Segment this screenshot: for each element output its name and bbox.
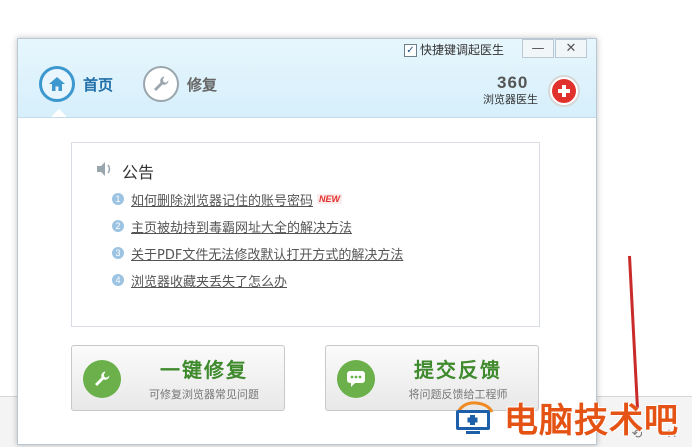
feedback-title: 提交反馈 [414, 358, 502, 382]
repair-title: 一键修复 [160, 358, 248, 382]
close-button[interactable]: ✕ [555, 39, 587, 58]
item-number: 2 [112, 220, 124, 232]
notice-item[interactable]: 2 主页被劫持到毒霸网址大全的解决方法 [112, 217, 352, 236]
wrench-icon [143, 66, 179, 102]
quick-key-checkbox[interactable]: ✓ [404, 43, 417, 57]
tab-home-label: 首页 [83, 75, 114, 94]
doctor-logo-icon [548, 75, 580, 107]
notice-panel: 公告 1 如何删除浏览器记住的账号密码 NEW 2 主页被劫持到毒霸网址大全的解… [71, 142, 540, 327]
browser-doctor-window: ✓ 快捷键调起医生 — ✕ 首页 修复 360 浏览器医生 公告 1 如何删除浏… [17, 38, 597, 445]
quick-key-option[interactable]: ✓ 快捷键调起医生 [404, 42, 504, 58]
tab-home[interactable]: 首页 [39, 63, 113, 105]
tab-repair-label: 修复 [187, 75, 218, 94]
tab-pointer [51, 109, 67, 117]
chat-icon [337, 360, 375, 398]
speaker-icon [96, 161, 114, 181]
tab-repair[interactable]: 修复 [143, 63, 217, 105]
repair-subtitle: 可修复浏览器常见问题 [149, 388, 259, 401]
notice-item[interactable]: 3 关于PDF文件无法修改默认打开方式的解决方法 [112, 244, 403, 263]
notice-link[interactable]: 浏览器收藏夹丢失了怎么办 [131, 271, 287, 290]
brand-name: 浏览器医生 [483, 93, 538, 106]
annotation-arrow [628, 255, 639, 408]
notice-link[interactable]: 关于PDF文件无法修改默认打开方式的解决方法 [131, 244, 403, 263]
brand-number: 360 [497, 73, 529, 92]
notice-title: 公告 [122, 163, 155, 182]
home-icon [39, 66, 75, 102]
item-number: 3 [112, 247, 124, 259]
window-header: ✓ 快捷键调起医生 — ✕ 首页 修复 360 浏览器医生 [18, 39, 596, 118]
item-number: 1 [112, 193, 124, 205]
minimize-button[interactable]: — [522, 39, 554, 58]
notice-link[interactable]: 如何删除浏览器记住的账号密码 [131, 190, 313, 209]
computer-icon [452, 398, 496, 438]
watermark: 电脑技术吧 [452, 393, 679, 442]
notice-item[interactable]: 1 如何删除浏览器记住的账号密码 NEW [112, 190, 343, 209]
watermark-text: 电脑技术吧 [504, 401, 679, 441]
notice-link[interactable]: 主页被劫持到毒霸网址大全的解决方法 [131, 217, 352, 236]
wrench-icon [83, 360, 121, 398]
notice-item[interactable]: 4 浏览器收藏夹丢失了怎么办 [112, 271, 287, 290]
one-click-repair-button[interactable]: 一键修复 可修复浏览器常见问题 [71, 345, 285, 411]
quick-key-label: 快捷键调起医生 [420, 43, 505, 57]
notice-heading: 公告 [96, 159, 154, 183]
new-badge: NEW [317, 194, 343, 204]
item-number: 4 [112, 274, 124, 286]
